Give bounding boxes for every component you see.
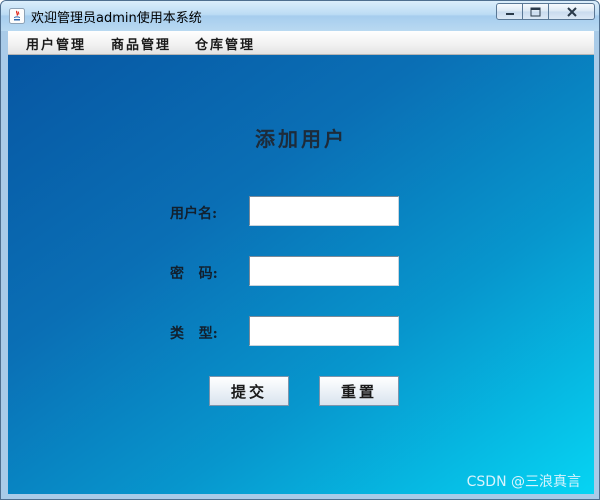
maximize-icon	[530, 7, 541, 16]
submit-button[interactable]: 提交	[209, 376, 289, 406]
type-label: 类 型:	[170, 326, 218, 342]
title-bar[interactable]: 欢迎管理员admin使用本系统	[1, 1, 599, 31]
maximize-button[interactable]	[523, 3, 549, 20]
username-input[interactable]	[249, 196, 399, 226]
content-panel: 添加用户 用户名: 密 码: 类 型: 提交 重置	[8, 55, 594, 494]
reset-button[interactable]: 重置	[319, 376, 399, 406]
username-label: 用户名:	[170, 206, 218, 222]
password-input[interactable]	[249, 256, 399, 286]
minimize-icon	[505, 12, 514, 15]
menu-warehouse-management[interactable]: 仓库管理	[195, 34, 255, 53]
close-icon	[566, 6, 577, 17]
menu-bar: 用户管理 商品管理 仓库管理	[8, 31, 594, 55]
type-input[interactable]	[249, 316, 399, 346]
menu-user-management[interactable]: 用户管理	[26, 34, 86, 53]
window-controls	[496, 3, 595, 20]
window-title: 欢迎管理员admin使用本系统	[31, 11, 202, 26]
password-label: 密 码:	[170, 266, 218, 282]
menu-product-management[interactable]: 商品管理	[111, 34, 171, 53]
app-window: 欢迎管理员admin使用本系统 用户管理 商品管理 仓库管理 添加用户 用户名:…	[0, 0, 600, 500]
java-app-icon	[9, 8, 25, 24]
form-title: 添加用户	[255, 127, 347, 151]
close-button[interactable]	[549, 3, 595, 20]
watermark-text: CSDN @三浪真言	[466, 474, 581, 490]
minimize-button[interactable]	[496, 3, 523, 20]
